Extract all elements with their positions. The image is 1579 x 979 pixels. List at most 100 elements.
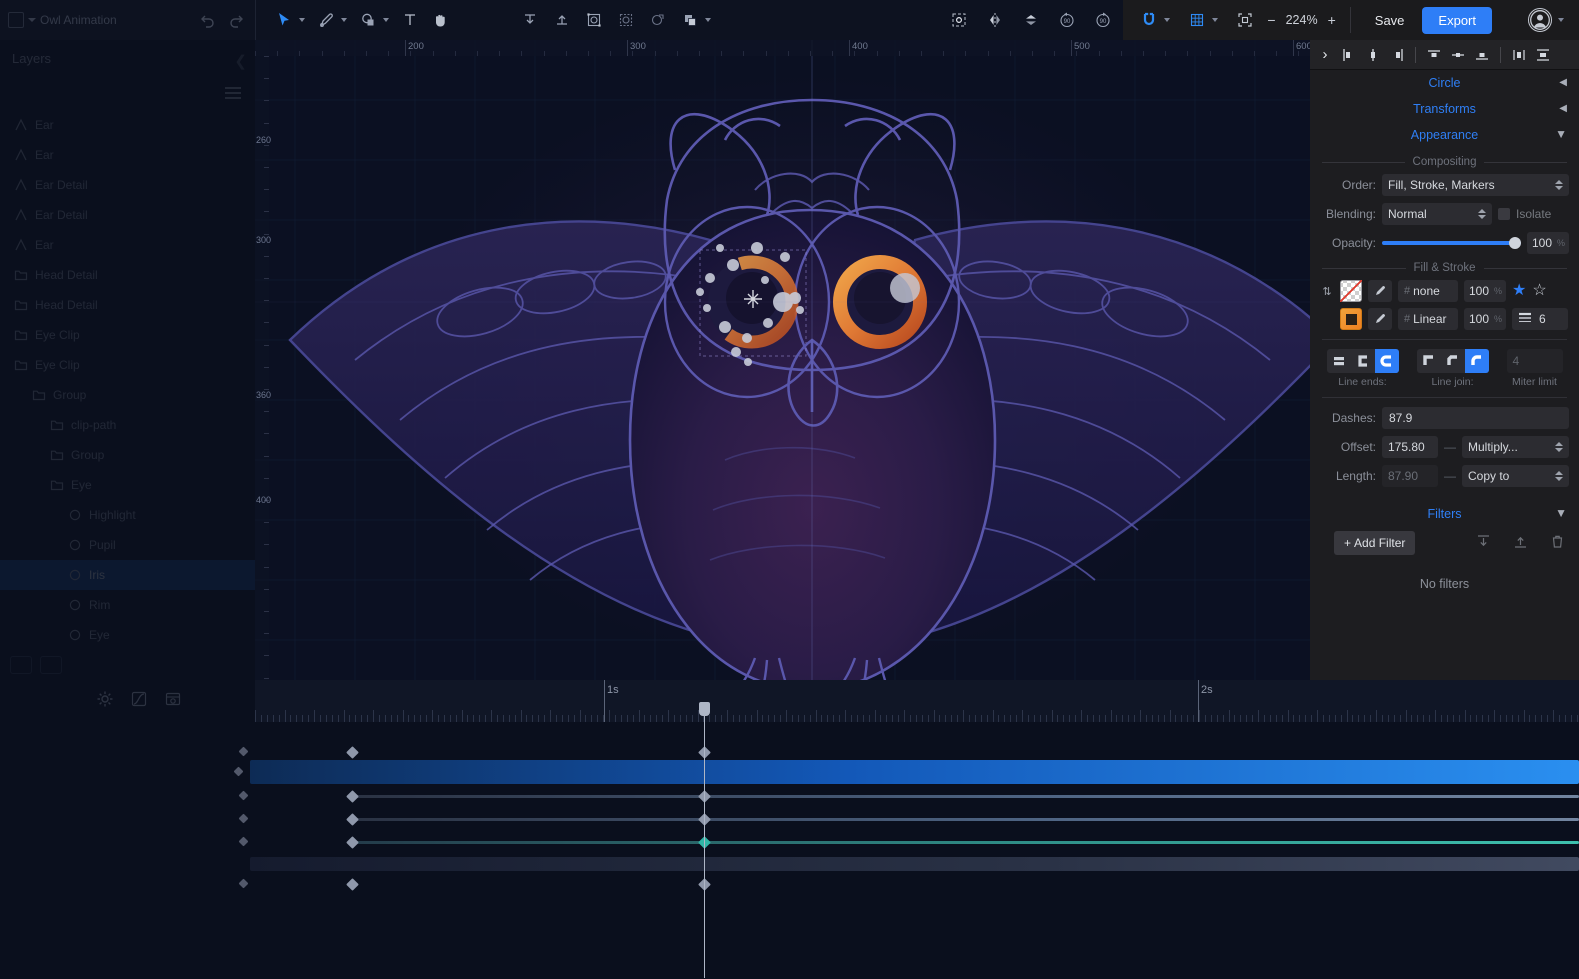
layer-row[interactable]: Rim [0,590,255,620]
line-join-round-icon[interactable] [1464,349,1489,373]
layer-row[interactable]: Ear Detail [0,170,255,200]
flip-vertical-icon[interactable] [1017,6,1045,34]
keyframe-diamond[interactable] [345,835,359,849]
mask-icon[interactable] [644,6,672,34]
keyframe-diamond[interactable] [238,836,248,846]
blending-stepper-icon[interactable] [1478,209,1486,219]
canvas-ruler-horizontal[interactable]: 200 300 400 500 600 [255,40,1310,56]
import-filter-icon[interactable] [1476,534,1491,552]
layer-row[interactable]: Pupil [0,530,255,560]
layer-row[interactable]: Highlight [0,500,255,530]
timeline-property-bar[interactable] [352,817,1579,821]
export-button[interactable]: Export [1422,6,1492,34]
zoom-level-value[interactable]: 224% [1286,13,1318,27]
section-transforms-collapse-icon[interactable]: ◀ [1559,103,1567,114]
fit-selection-icon[interactable] [580,6,608,34]
keyframe-diamond[interactable] [238,878,248,888]
layer-row[interactable]: Group [0,440,255,470]
grid-icon[interactable] [1183,6,1211,34]
align-top-icon[interactable] [1423,43,1445,67]
isolate-checkbox[interactable] [1498,208,1510,220]
canvas-ruler-vertical[interactable]: 260 300 360 400 [255,40,271,680]
pen-tool-group[interactable] [312,6,352,34]
grid-chevron-down-icon[interactable] [1212,18,1219,22]
delete-filter-icon[interactable] [1550,534,1565,552]
keyframe-diamond[interactable] [345,789,359,803]
duplicate-layer-button[interactable] [40,656,62,674]
fill-alpha-input[interactable]: 100 % [1464,280,1506,302]
align-right-icon[interactable] [1386,43,1408,67]
miter-limit-input[interactable]: 4 [1506,349,1563,373]
hand-tool-icon[interactable] [426,6,454,34]
easing-curve-icon[interactable] [130,690,148,713]
timeline-property-bar[interactable] [352,840,1579,844]
line-ends-round-icon[interactable] [1374,349,1399,373]
line-ends-square-icon[interactable] [1351,349,1375,373]
export-filter-icon[interactable] [1513,534,1528,552]
distribute-v-icon[interactable] [1532,43,1554,67]
stroke-hex-input[interactable]: # Linear [1398,308,1458,330]
layer-row[interactable]: Eye [0,620,255,650]
layer-row[interactable]: Eye Clip [0,320,255,350]
snap-chevron-down-icon[interactable] [1164,18,1171,22]
section-appearance-expand-icon[interactable]: ▼ [1555,127,1567,141]
layer-row[interactable]: Ear [0,230,255,260]
layers-menu-icon[interactable] [225,87,241,99]
fill-eyedropper-icon[interactable] [1368,280,1392,302]
opacity-slider[interactable] [1382,235,1521,251]
order-select[interactable]: Fill, Stroke, Markers [1382,174,1569,196]
fill-hex-input[interactable]: # none [1398,280,1458,302]
keyframe-diamond[interactable] [345,812,359,826]
length-action-stepper-icon[interactable] [1555,471,1563,481]
line-ends-segments[interactable] [1326,349,1399,373]
flip-horizontal-icon[interactable] [981,6,1009,34]
keyframe-diamond[interactable] [233,766,243,776]
stroke-swatch[interactable] [1340,308,1362,330]
align-middle-v-icon[interactable] [1447,43,1469,67]
document-chip[interactable]: Owl Animation [8,12,117,28]
stroke-eyedropper-icon[interactable] [1368,308,1392,330]
distribute-h-icon[interactable] [1508,43,1530,67]
magnet-icon[interactable] [1135,6,1163,34]
line-join-bevel-icon[interactable] [1441,349,1465,373]
zoom-out-button[interactable]: − [1267,12,1275,28]
offset-action-stepper-icon[interactable] [1555,442,1563,452]
line-join-miter-icon[interactable] [1417,349,1441,373]
opacity-slider-knob[interactable] [1509,237,1521,249]
snap-group[interactable] [1135,6,1175,34]
shape-tool-group[interactable] [354,6,394,34]
text-tool-icon[interactable] [396,6,424,34]
select-tool-icon[interactable] [270,6,298,34]
rotate-cw-90-icon[interactable]: 90 [1089,6,1117,34]
fill-swatch[interactable] [1340,280,1362,302]
transform-origin-icon[interactable] [945,6,973,34]
account-menu[interactable] [1528,8,1569,32]
boolean-ops-icon[interactable] [676,6,704,34]
marker-end-icon[interactable]: ☆ [1532,283,1546,299]
account-avatar[interactable] [1528,8,1552,32]
redo-icon[interactable] [227,11,245,29]
order-stepper-icon[interactable] [1555,180,1563,190]
zoom-in-button[interactable]: + [1328,12,1336,28]
layer-row[interactable]: Ear [0,140,255,170]
fit-screen-icon[interactable] [1231,6,1259,34]
length-input[interactable]: 87.90 [1382,465,1438,487]
pen-tool-chevron-down-icon[interactable] [341,18,347,22]
timeline-playhead[interactable] [699,702,710,978]
chevron-down-icon[interactable] [28,18,36,22]
pen-tool-icon[interactable] [312,6,340,34]
boolean-ops-chevron-down-icon[interactable] [705,18,711,22]
canvas-area[interactable]: 260 300 360 400 200 300 400 500 600 [255,40,1310,680]
line-ends-butt-icon[interactable] [1327,349,1351,373]
keyframe-diamond[interactable] [238,790,248,800]
layer-row[interactable]: Ear [0,110,255,140]
layer-row[interactable]: Head Detail [0,260,255,290]
add-layer-button[interactable] [10,656,32,674]
section-circle-collapse-icon[interactable]: ◀ [1559,77,1567,88]
offset-action-select[interactable]: Multiply... [1462,436,1569,458]
layer-row[interactable]: Eye Clip [0,350,255,380]
length-action-select[interactable]: Copy to [1462,465,1569,487]
section-filters[interactable]: Filters ▼ [1310,501,1579,527]
shape-tool-icon[interactable] [354,6,382,34]
offset-input[interactable]: 175.80 [1382,436,1438,458]
